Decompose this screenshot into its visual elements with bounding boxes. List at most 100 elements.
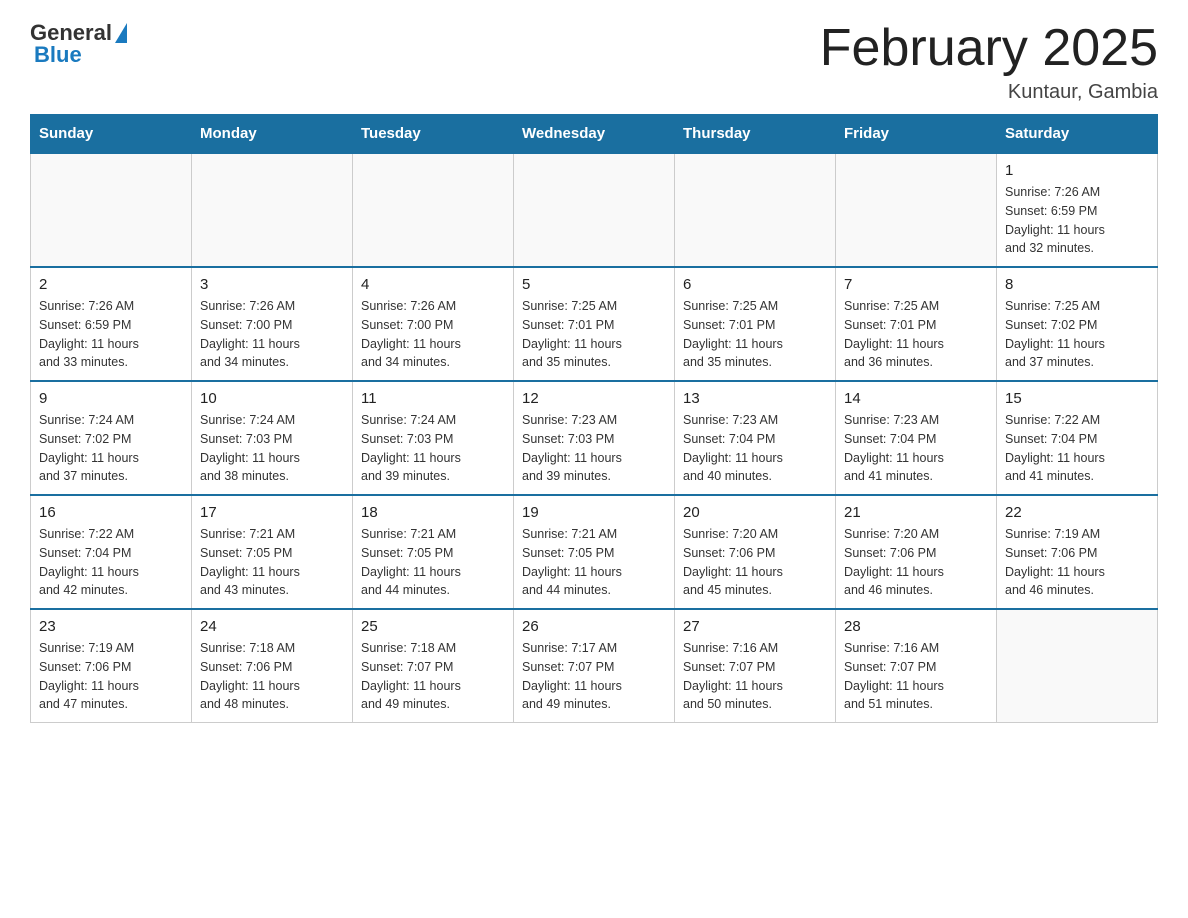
day-number: 27: [683, 618, 827, 635]
calendar-day-cell: 19 Sunrise: 7:21 AMSunset: 7:05 PMDayligh…: [514, 495, 675, 609]
calendar-week-row: 16 Sunrise: 7:22 AMSunset: 7:04 PMDayligh…: [31, 495, 1158, 609]
calendar-day-cell: 10Sunrise: 7:24 AMSunset: 7:03 PMDayligh…: [192, 381, 353, 495]
calendar-header: SundayMondayTuesdayWednesdayThursdayFrid…: [31, 115, 1158, 154]
calendar-day-cell: [675, 153, 836, 267]
calendar-day-cell: 8Sunrise: 7:25 AMSunset: 7:02 PMDaylight…: [997, 267, 1158, 381]
weekday-header-row: SundayMondayTuesdayWednesdayThursdayFrid…: [31, 115, 1158, 154]
calendar-day-cell: [997, 609, 1158, 723]
calendar-day-cell: 12 Sunrise: 7:23 AMSunset: 7:03 PMDayligh…: [514, 381, 675, 495]
day-number: 22: [1005, 504, 1149, 521]
weekday-header-sunday: Sunday: [31, 115, 192, 154]
weekday-header-saturday: Saturday: [997, 115, 1158, 154]
day-info: Sunrise: 7:21 AMSunset: 7:05 PMDaylight:…: [522, 525, 666, 600]
calendar-week-row: 1 Sunrise: 7:26 AMSunset: 6:59 PMDaylight…: [31, 153, 1158, 267]
day-info: Sunrise: 7:25 AMSunset: 7:02 PMDaylight:…: [1005, 297, 1149, 372]
weekday-header-monday: Monday: [192, 115, 353, 154]
day-number: 6: [683, 276, 827, 293]
weekday-header-tuesday: Tuesday: [353, 115, 514, 154]
calendar-table: SundayMondayTuesdayWednesdayThursdayFrid…: [30, 114, 1158, 723]
calendar-day-cell: 15 Sunrise: 7:22 AMSunset: 7:04 PMDayligh…: [997, 381, 1158, 495]
day-info: Sunrise: 7:21 AMSunset: 7:05 PMDaylight:…: [361, 525, 505, 600]
day-info: Sunrise: 7:23 AMSunset: 7:04 PMDaylight:…: [844, 411, 988, 486]
logo-triangle-icon: [115, 23, 127, 43]
day-info: Sunrise: 7:20 AMSunset: 7:06 PMDaylight:…: [844, 525, 988, 600]
day-number: 25: [361, 618, 505, 635]
day-info: Sunrise: 7:26 AMSunset: 6:59 PMDaylight:…: [1005, 183, 1149, 258]
day-number: 1: [1005, 162, 1149, 179]
calendar-day-cell: 1 Sunrise: 7:26 AMSunset: 6:59 PMDaylight…: [997, 153, 1158, 267]
weekday-header-thursday: Thursday: [675, 115, 836, 154]
calendar-day-cell: 14Sunrise: 7:23 AMSunset: 7:04 PMDayligh…: [836, 381, 997, 495]
calendar-day-cell: 18Sunrise: 7:21 AMSunset: 7:05 PMDayligh…: [353, 495, 514, 609]
day-number: 20: [683, 504, 827, 521]
calendar-day-cell: 16 Sunrise: 7:22 AMSunset: 7:04 PMDayligh…: [31, 495, 192, 609]
day-info: Sunrise: 7:22 AMSunset: 7:04 PMDaylight:…: [39, 525, 183, 600]
calendar-day-cell: 23 Sunrise: 7:19 AMSunset: 7:06 PMDayligh…: [31, 609, 192, 723]
weekday-header-friday: Friday: [836, 115, 997, 154]
day-info: Sunrise: 7:23 AMSunset: 7:03 PMDaylight:…: [522, 411, 666, 486]
day-number: 12: [522, 390, 666, 407]
page-header: General Blue February 2025 Kuntaur, Gamb…: [30, 20, 1158, 104]
day-number: 4: [361, 276, 505, 293]
calendar-body: 1 Sunrise: 7:26 AMSunset: 6:59 PMDaylight…: [31, 153, 1158, 723]
day-info: Sunrise: 7:24 AMSunset: 7:03 PMDaylight:…: [200, 411, 344, 486]
day-info: Sunrise: 7:22 AMSunset: 7:04 PMDaylight:…: [1005, 411, 1149, 486]
calendar-day-cell: 26Sunrise: 7:17 AMSunset: 7:07 PMDayligh…: [514, 609, 675, 723]
day-number: 15: [1005, 390, 1149, 407]
calendar-day-cell: 13 Sunrise: 7:23 AMSunset: 7:04 PMDayligh…: [675, 381, 836, 495]
calendar-week-row: 2 Sunrise: 7:26 AMSunset: 6:59 PMDaylight…: [31, 267, 1158, 381]
day-info: Sunrise: 7:20 AMSunset: 7:06 PMDaylight:…: [683, 525, 827, 600]
day-number: 11: [361, 390, 505, 407]
calendar-week-row: 23 Sunrise: 7:19 AMSunset: 7:06 PMDayligh…: [31, 609, 1158, 723]
day-number: 9: [39, 390, 183, 407]
calendar-day-cell: 3 Sunrise: 7:26 AMSunset: 7:00 PMDaylight…: [192, 267, 353, 381]
day-number: 2: [39, 276, 183, 293]
logo-blue-text: Blue: [34, 42, 82, 68]
calendar-day-cell: 11 Sunrise: 7:24 AMSunset: 7:03 PMDayligh…: [353, 381, 514, 495]
day-number: 7: [844, 276, 988, 293]
day-number: 3: [200, 276, 344, 293]
calendar-day-cell: [31, 153, 192, 267]
day-info: Sunrise: 7:24 AMSunset: 7:02 PMDaylight:…: [39, 411, 183, 486]
day-info: Sunrise: 7:18 AMSunset: 7:06 PMDaylight:…: [200, 639, 344, 714]
calendar-day-cell: 6 Sunrise: 7:25 AMSunset: 7:01 PMDaylight…: [675, 267, 836, 381]
calendar-day-cell: 9 Sunrise: 7:24 AMSunset: 7:02 PMDaylight…: [31, 381, 192, 495]
location-label: Kuntaur, Gambia: [820, 81, 1158, 104]
day-info: Sunrise: 7:19 AMSunset: 7:06 PMDaylight:…: [39, 639, 183, 714]
logo: General Blue: [30, 20, 127, 68]
day-info: Sunrise: 7:26 AMSunset: 6:59 PMDaylight:…: [39, 297, 183, 372]
day-info: Sunrise: 7:19 AMSunset: 7:06 PMDaylight:…: [1005, 525, 1149, 600]
day-info: Sunrise: 7:16 AMSunset: 7:07 PMDaylight:…: [844, 639, 988, 714]
day-number: 5: [522, 276, 666, 293]
calendar-day-cell: [353, 153, 514, 267]
calendar-day-cell: 24Sunrise: 7:18 AMSunset: 7:06 PMDayligh…: [192, 609, 353, 723]
day-number: 21: [844, 504, 988, 521]
calendar-day-cell: [192, 153, 353, 267]
day-info: Sunrise: 7:24 AMSunset: 7:03 PMDaylight:…: [361, 411, 505, 486]
day-info: Sunrise: 7:26 AMSunset: 7:00 PMDaylight:…: [361, 297, 505, 372]
day-info: Sunrise: 7:25 AMSunset: 7:01 PMDaylight:…: [522, 297, 666, 372]
calendar-day-cell: [514, 153, 675, 267]
day-info: Sunrise: 7:26 AMSunset: 7:00 PMDaylight:…: [200, 297, 344, 372]
calendar-day-cell: 4 Sunrise: 7:26 AMSunset: 7:00 PMDaylight…: [353, 267, 514, 381]
day-info: Sunrise: 7:25 AMSunset: 7:01 PMDaylight:…: [844, 297, 988, 372]
calendar-day-cell: 2 Sunrise: 7:26 AMSunset: 6:59 PMDaylight…: [31, 267, 192, 381]
title-section: February 2025 Kuntaur, Gambia: [820, 20, 1158, 104]
calendar-day-cell: 25Sunrise: 7:18 AMSunset: 7:07 PMDayligh…: [353, 609, 514, 723]
calendar-day-cell: 27Sunrise: 7:16 AMSunset: 7:07 PMDayligh…: [675, 609, 836, 723]
day-number: 28: [844, 618, 988, 635]
calendar-day-cell: 22 Sunrise: 7:19 AMSunset: 7:06 PMDayligh…: [997, 495, 1158, 609]
calendar-day-cell: 5 Sunrise: 7:25 AMSunset: 7:01 PMDaylight…: [514, 267, 675, 381]
calendar-day-cell: 28 Sunrise: 7:16 AMSunset: 7:07 PMDayligh…: [836, 609, 997, 723]
day-info: Sunrise: 7:25 AMSunset: 7:01 PMDaylight:…: [683, 297, 827, 372]
calendar-week-row: 9 Sunrise: 7:24 AMSunset: 7:02 PMDaylight…: [31, 381, 1158, 495]
day-number: 13: [683, 390, 827, 407]
calendar-day-cell: [836, 153, 997, 267]
calendar-day-cell: 20 Sunrise: 7:20 AMSunset: 7:06 PMDayligh…: [675, 495, 836, 609]
day-number: 16: [39, 504, 183, 521]
day-info: Sunrise: 7:23 AMSunset: 7:04 PMDaylight:…: [683, 411, 827, 486]
month-title: February 2025: [820, 20, 1158, 77]
day-number: 19: [522, 504, 666, 521]
day-number: 23: [39, 618, 183, 635]
calendar-day-cell: 21 Sunrise: 7:20 AMSunset: 7:06 PMDayligh…: [836, 495, 997, 609]
